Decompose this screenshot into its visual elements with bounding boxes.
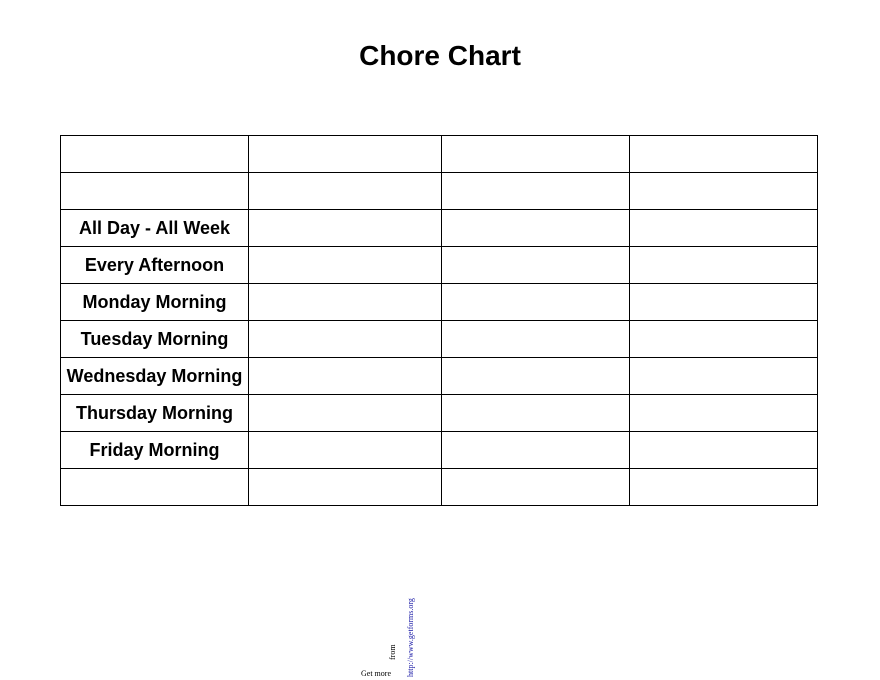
table-row: [60, 135, 818, 173]
row-label: Friday Morning: [60, 431, 249, 469]
chore-cell[interactable]: [248, 283, 442, 321]
table-row: [60, 172, 818, 210]
chore-cell[interactable]: [441, 172, 630, 210]
chore-cell[interactable]: [629, 431, 818, 469]
chore-cell[interactable]: [441, 246, 630, 284]
row-label: Wednesday Morning: [60, 357, 249, 395]
table-row: Monday Morning: [60, 283, 818, 321]
chore-cell[interactable]: [441, 468, 630, 506]
row-label: [60, 172, 249, 210]
chore-table: All Day - All Week Every Afternoon Monday …: [60, 135, 818, 506]
chore-cell[interactable]: [441, 320, 630, 358]
chore-cell[interactable]: [441, 357, 630, 395]
footer-get-more: Get more: [361, 669, 391, 678]
chore-cell[interactable]: [248, 172, 442, 210]
footer-from: from: [388, 644, 397, 660]
table-row: Thursday Morning: [60, 394, 818, 432]
chore-cell[interactable]: [248, 135, 442, 173]
chore-cell[interactable]: [629, 246, 818, 284]
chore-cell[interactable]: [248, 468, 442, 506]
chore-cell[interactable]: [441, 135, 630, 173]
row-label: [60, 468, 249, 506]
chore-cell[interactable]: [248, 394, 442, 432]
chore-cell[interactable]: [248, 209, 442, 247]
table-row: Wednesday Morning: [60, 357, 818, 395]
chore-cell[interactable]: [248, 357, 442, 395]
row-label: Tuesday Morning: [60, 320, 249, 358]
chore-cell[interactable]: [629, 320, 818, 358]
chore-cell[interactable]: [629, 135, 818, 173]
chore-cell[interactable]: [629, 357, 818, 395]
table-row: Every Afternoon: [60, 246, 818, 284]
table-row: All Day - All Week: [60, 209, 818, 247]
table-row: Tuesday Morning: [60, 320, 818, 358]
chore-cell[interactable]: [441, 394, 630, 432]
table-row: [60, 468, 818, 506]
table-row: Friday Morning: [60, 431, 818, 469]
chore-cell[interactable]: [248, 320, 442, 358]
row-label: Monday Morning: [60, 283, 249, 321]
chore-cell[interactable]: [441, 283, 630, 321]
row-label: Thursday Morning: [60, 394, 249, 432]
chore-cell[interactable]: [441, 209, 630, 247]
chore-cell[interactable]: [441, 431, 630, 469]
footer-url-link[interactable]: http://www.getforms.org: [406, 598, 415, 677]
row-label: [60, 135, 249, 173]
chore-cell[interactable]: [629, 209, 818, 247]
row-label: Every Afternoon: [60, 246, 249, 284]
page-title: Chore Chart: [359, 40, 521, 71]
chore-cell[interactable]: [629, 283, 818, 321]
chore-cell[interactable]: [629, 394, 818, 432]
chore-cell[interactable]: [629, 468, 818, 506]
chore-cell[interactable]: [629, 172, 818, 210]
chore-cell[interactable]: [248, 431, 442, 469]
row-label: All Day - All Week: [60, 209, 249, 247]
chore-cell[interactable]: [248, 246, 442, 284]
